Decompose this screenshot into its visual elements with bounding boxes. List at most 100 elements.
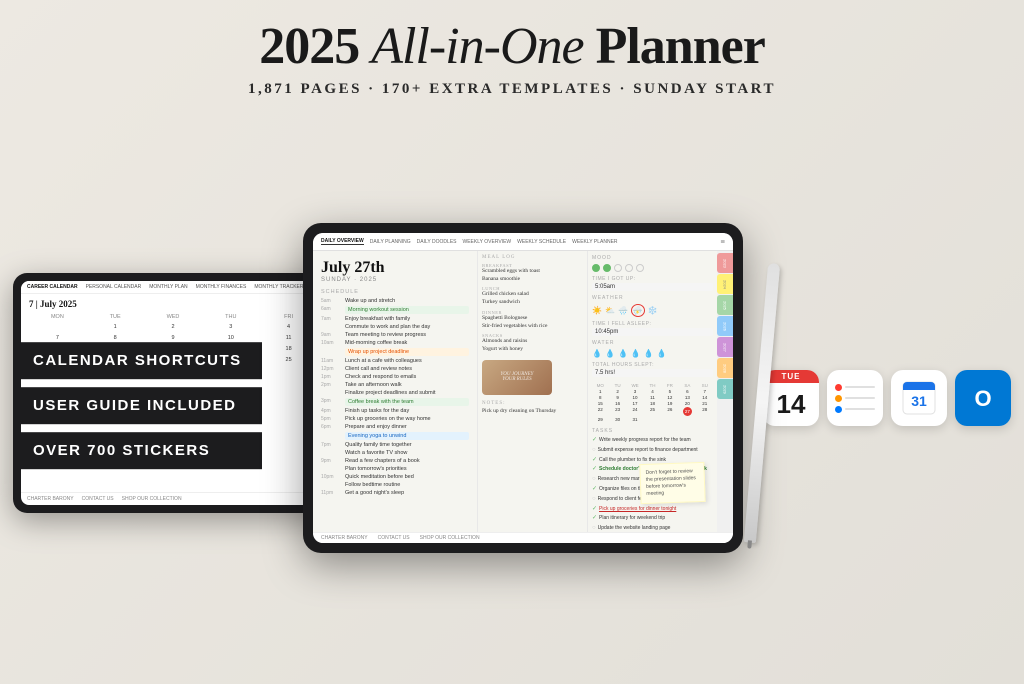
center-tab-doodles[interactable]: DAILY DOODLES (417, 239, 457, 245)
title-year: 2025 (259, 18, 359, 75)
center-tab-daily-overview[interactable]: DAILY OVERVIEW (321, 238, 364, 245)
badge-user-guide-text: USER GUIDE INCLUDED (33, 397, 242, 414)
center-menu-icon[interactable]: ≡ (720, 237, 725, 246)
mini-cal-grid: MO TU WE TH FR SA SU 1 2 3 (592, 383, 713, 422)
gcal-svg: 31 (901, 380, 937, 416)
weather-label: WEATHER (592, 295, 713, 301)
badge-calendar-shortcuts-text: CALENDAR SHORTCUTS (33, 352, 242, 369)
calendar-day-number: 14 (763, 383, 819, 426)
water-icon-3: 💧 (618, 349, 628, 358)
google-calendar-icon[interactable]: 31 (891, 370, 947, 426)
side-tab-2025[interactable]: 2025 (717, 295, 733, 315)
badges-overlay: CALENDAR SHORTCUTS USER GUIDE INCLUDED O… (13, 342, 262, 469)
left-tab-monthly[interactable]: MONTHLY PLAN (149, 284, 187, 290)
time-up-label: TIME I GOT UP: (592, 276, 713, 282)
sched-row-15: 5pmPick up groceries on the way home (321, 416, 469, 422)
outlook-icon[interactable]: O (955, 370, 1011, 426)
meal-snack-2: Yogurt with honey (482, 346, 583, 354)
water-icon-2: 💧 (605, 349, 615, 358)
meal-dinner-2: Stir-fried vegetables with rice (482, 323, 583, 331)
side-tab-2023[interactable]: 2023 (717, 253, 733, 273)
tasks-label: TASKS (592, 428, 713, 434)
sched-row-6: 10amMid-morning coffee break (321, 340, 469, 346)
center-tab-daily-planning[interactable]: DAILY PLANNING (370, 239, 411, 245)
weather-icon-2: ⛅ (605, 306, 615, 315)
left-tab-trackers[interactable]: MONTHLY TRACKERS (254, 284, 307, 290)
task-9: ✓Plan itinerary for weekend trip (592, 515, 713, 523)
meal-lunch-1: Grilled chicken salad (482, 291, 583, 299)
svg-text:31: 31 (911, 393, 927, 409)
reminder-line-3 (845, 408, 875, 410)
bottom-shop: SHOP OUR COLLECTION (122, 496, 182, 502)
cal-day[interactable] (29, 322, 86, 332)
sched-row-1: 5amWake up and stretch (321, 298, 469, 304)
weather-icon-3: 🌧️ (618, 306, 628, 315)
reminders-row-1 (835, 384, 875, 391)
weather-icon-5: ❄️ (648, 306, 658, 315)
cal-day[interactable]: 1 (87, 322, 144, 332)
center-tab-weekly-planner[interactable]: WEEKLY PLANNER (572, 239, 617, 245)
sched-row-10: 1pmCheck and respond to emails (321, 374, 469, 380)
cal-header-thu: THU (202, 313, 259, 321)
planner-image-box: YOU JOURNEYYOUR RULES (482, 360, 552, 395)
sched-row-11: 2pmTake an afternoon walk (321, 382, 469, 388)
sched-row-19: Watch a favorite TV show (321, 450, 469, 456)
mood-label: MOOD (592, 255, 713, 261)
badge-stickers-text: OVER 700 STICKERS (33, 442, 242, 459)
reminder-line-2 (845, 397, 875, 399)
reminders-app-icon[interactable] (827, 370, 883, 426)
side-tab-2028[interactable]: 2028 (717, 358, 733, 378)
mood-circle-1 (592, 264, 600, 272)
title-section: 2025 All-in-One Planner 1,871 PAGES · 17… (248, 0, 776, 98)
mood-circle-5 (636, 264, 644, 272)
meal-lunch-2: Turkey sandwich (482, 299, 583, 307)
total-sleep-label: TOTAL HOURS SLEPT: (592, 362, 713, 368)
today-marker: 27 (683, 407, 692, 416)
meal-breakfast-2: Banana smoothie (482, 276, 583, 284)
left-tab-personal[interactable]: PERSONAL CALENDAR (86, 284, 142, 290)
title-planner: Planner (596, 18, 765, 75)
center-ipad: DAILY OVERVIEW DAILY PLANNING DAILY DOOD… (303, 223, 743, 553)
cal-header-tue: TUE (87, 313, 144, 321)
daily-date: July 27th (321, 259, 469, 277)
water-icon-6: 💧 (657, 349, 667, 358)
main-container: 2025 All-in-One Planner 1,871 PAGES · 17… (0, 0, 1024, 684)
subtitle-line: 1,871 PAGES · 170+ EXTRA TEMPLATES · SUN… (248, 81, 776, 98)
water-icon-4: 💧 (631, 349, 641, 358)
left-tab-finances[interactable]: MONTHLY FINANCES (196, 284, 247, 290)
sched-row-3: 7amEnjoy breakfast with family (321, 316, 469, 322)
weather-row: ☀️ ⛅ 🌧️ ⛈️ ❄️ (592, 304, 713, 317)
center-tab-weekly-overview[interactable]: WEEKLY OVERVIEW (463, 239, 512, 245)
cal-day[interactable]: 2 (145, 322, 202, 332)
sched-row-16: 6pmPrepare and enjoy dinner (321, 424, 469, 430)
meal-dinner-1: Spaghetti Bolognese (482, 315, 583, 323)
center-tab-weekly-schedule[interactable]: WEEKLY SCHEDULE (517, 239, 566, 245)
meal-log-title: MEAL LOG (482, 255, 583, 260)
sched-row-17: Evening yoga to unwind (321, 432, 469, 440)
left-section: CAREER CALENDAR PERSONAL CALENDAR MONTHL… (13, 273, 333, 513)
center-ipad-tabs: DAILY OVERVIEW DAILY PLANNING DAILY DOOD… (313, 233, 733, 251)
left-device-wrapper: CAREER CALENDAR PERSONAL CALENDAR MONTHL… (13, 273, 333, 513)
side-tab-2027[interactable]: 2027 (717, 337, 733, 357)
center-ipad-bottombar: CHARTER BARONY CONTACT US SHOP OUR COLLE… (313, 532, 733, 543)
side-tab-2024[interactable]: 2024 (717, 274, 733, 294)
cal-day[interactable]: 3 (202, 322, 259, 332)
sched-row-23: Follow bedtime routine (321, 482, 469, 488)
side-tab-2026[interactable]: 2026 (717, 316, 733, 336)
native-calendar-icon[interactable]: TUE 14 (763, 370, 819, 426)
bottom-contact: CONTACT US (82, 496, 114, 502)
outlook-svg: O (965, 380, 1001, 416)
water-row: 💧 💧 💧 💧 💧 💧 (592, 349, 713, 358)
mood-circle-2 (603, 264, 611, 272)
left-tab-career[interactable]: CAREER CALENDAR (27, 284, 78, 290)
weather-icon-1: ☀️ (592, 306, 602, 315)
meal-log-column: MEAL LOG BREAKFAST Scrambled eggs with t… (477, 251, 587, 543)
bottom-shop-center: SHOP OUR COLLECTION (420, 535, 480, 541)
sched-row-20: 9pmRead a few chapters of a book (321, 458, 469, 464)
sched-row-5: 9amTeam meeting to review progress (321, 332, 469, 338)
side-tab-2029[interactable]: 2029 (717, 379, 733, 399)
sched-row-8: 11amLunch at a cafe with colleagues (321, 358, 469, 364)
main-title: 2025 All-in-One Planner (248, 18, 776, 75)
title-italic: All-in-One (371, 18, 583, 75)
water-icon-1: 💧 (592, 349, 602, 358)
